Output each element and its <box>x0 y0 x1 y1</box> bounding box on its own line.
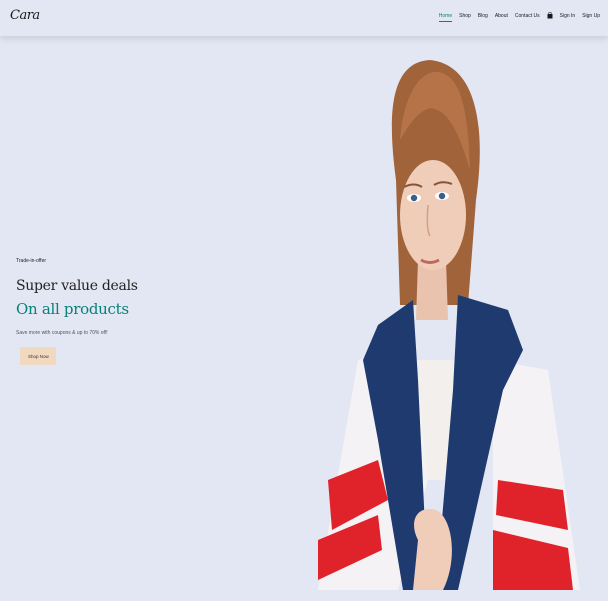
navbar: Cara Home Shop Blog About Contact Us Sig… <box>0 0 608 36</box>
shopping-bag-icon <box>547 12 553 19</box>
brand-logo[interactable]: Cara <box>10 8 40 23</box>
nav-link-blog[interactable]: Blog <box>478 13 488 19</box>
nav-links: Home Shop Blog About Contact Us Sign In … <box>438 12 600 22</box>
hero-description: Save more with coupons & up to 70% off! <box>16 330 108 336</box>
hero-text: Trade-in-offer Super value deals On all … <box>16 258 138 365</box>
nav-link-contact[interactable]: Contact Us <box>515 13 540 19</box>
hero-tagline: Trade-in-offer <box>16 258 47 264</box>
nav-link-about[interactable]: About <box>495 13 508 19</box>
hero-model-image <box>318 60 580 590</box>
nav-link-sign-in[interactable]: Sign In <box>560 13 576 19</box>
hero-subheadline: On all products <box>16 300 129 318</box>
cart-icon[interactable] <box>547 12 553 19</box>
nav-link-sign-up[interactable]: Sign Up <box>582 13 600 19</box>
shop-now-button[interactable]: Shop Now <box>20 347 56 365</box>
nav-link-shop[interactable]: Shop <box>459 13 471 19</box>
hero-headline: Super value deals <box>16 278 138 294</box>
nav-link-home[interactable]: Home <box>438 13 453 22</box>
